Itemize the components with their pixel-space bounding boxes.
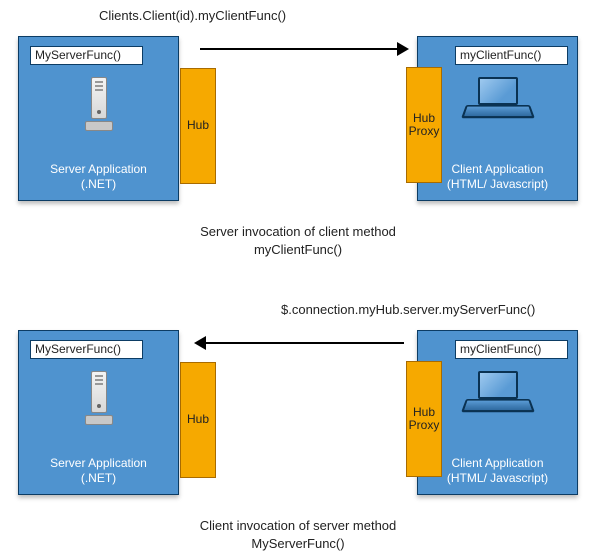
invocation-arrow [200, 48, 404, 50]
laptop-icon [466, 77, 530, 125]
arrowhead-right-icon [397, 42, 409, 56]
server-to-client-diagram: Clients.Client(id).myClientFunc() MyServ… [0, 6, 596, 276]
client-caption-line2: (HTML/ Javascript) [447, 177, 548, 191]
client-caption-line2: (HTML/ Javascript) [447, 471, 548, 485]
caption-line1: Client invocation of server method [200, 518, 397, 533]
client-caption-line1: Client Application [451, 456, 543, 470]
server-app-box: MyServerFunc() Server Application (.NET)… [18, 330, 179, 495]
server-caption-line1: Server Application [50, 162, 147, 176]
server-tower-icon [85, 77, 113, 135]
server-app-box: MyServerFunc() Server Application (.NET)… [18, 36, 179, 201]
hub-block: Hub [180, 68, 216, 184]
server-tower-icon [85, 371, 113, 429]
hub-proxy-text: Hub Proxy [409, 112, 440, 138]
hub-proxy-block: Hub Proxy [406, 361, 442, 477]
server-func-label: MyServerFunc() [30, 340, 143, 359]
caption-line1: Server invocation of client method [200, 224, 396, 239]
diagram-caption: Client invocation of server method MySer… [0, 517, 596, 552]
caption-line2: myClientFunc() [254, 242, 342, 257]
server-icon-wrap [19, 371, 178, 432]
server-caption-line2: (.NET) [81, 177, 116, 191]
diagram-caption: Server invocation of client method myCli… [0, 223, 596, 258]
client-func-label: myClientFunc() [455, 340, 568, 359]
server-box-caption: Server Application (.NET) [19, 162, 178, 192]
hub-block: Hub [180, 362, 216, 478]
server-caption-line2: (.NET) [81, 471, 116, 485]
hub-proxy-block: Hub Proxy [406, 67, 442, 183]
server-caption-line1: Server Application [50, 456, 147, 470]
hub-proxy-text: Hub Proxy [409, 406, 440, 432]
laptop-icon [466, 371, 530, 419]
server-box-caption: Server Application (.NET) [19, 456, 178, 486]
server-func-label: MyServerFunc() [30, 46, 143, 65]
client-func-label: myClientFunc() [455, 46, 568, 65]
client-to-server-diagram: $.connection.myHub.server.myServerFunc()… [0, 300, 596, 558]
client-caption-line1: Client Application [451, 162, 543, 176]
invocation-call-label: $.connection.myHub.server.myServerFunc() [281, 302, 535, 317]
invocation-arrow [200, 342, 404, 344]
arrowhead-left-icon [194, 336, 206, 350]
server-icon-wrap [19, 77, 178, 138]
caption-line2: MyServerFunc() [251, 536, 344, 551]
invocation-call-label: Clients.Client(id).myClientFunc() [99, 8, 286, 23]
